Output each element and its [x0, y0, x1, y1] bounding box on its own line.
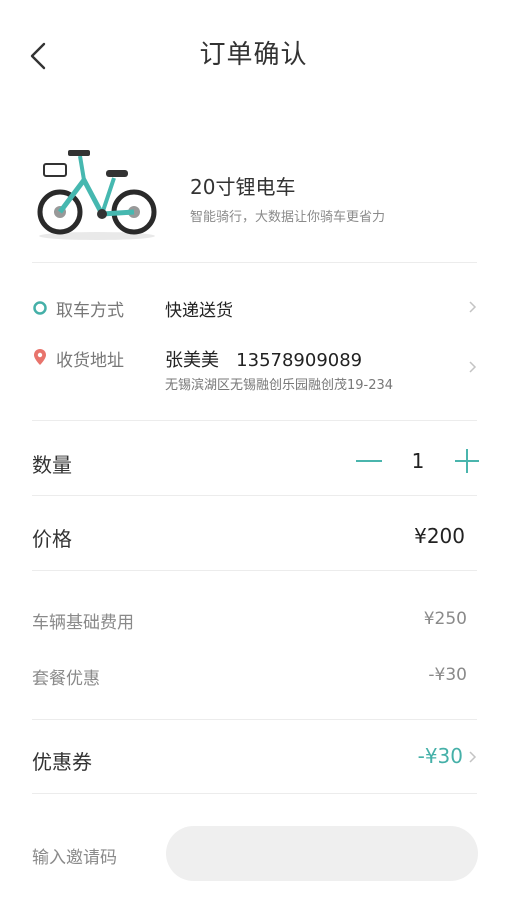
invite-code-label: 输入邀请码 [32, 848, 117, 868]
coupon-label: 优惠券 [32, 750, 92, 774]
recipient-name-phone: 张美美 13578909089 [165, 350, 363, 371]
chevron-right-icon [469, 751, 477, 763]
coupon-row[interactable]: 优惠券 -¥30 [32, 738, 477, 778]
chevron-right-icon [469, 301, 477, 313]
price-label: 价格 [32, 527, 72, 551]
minus-icon [356, 460, 382, 462]
plus-icon-vertical [466, 449, 468, 473]
coupon-value: -¥30 [417, 744, 463, 768]
quantity-value: 1 [411, 449, 425, 473]
page-title: 订单确认 [199, 40, 308, 70]
product-name: 20寸锂电车 [190, 175, 296, 199]
quantity-label: 数量 [32, 453, 72, 477]
package-discount-label: 套餐优惠 [32, 669, 100, 689]
product-description: 智能骑行，大数据让你骑车更省力 [190, 210, 386, 225]
package-discount-value: -¥30 [428, 665, 467, 685]
bike-image [32, 140, 162, 244]
pickup-method-row[interactable]: 取车方式 快递送货 [32, 296, 477, 322]
pickup-method-value: 快递送货 [165, 301, 233, 321]
circle-icon [33, 301, 47, 315]
shipping-address-label: 收货地址 [56, 351, 124, 371]
chevron-right-icon [469, 361, 477, 373]
divider [32, 420, 477, 421]
pickup-method-label: 取车方式 [56, 301, 124, 321]
divider [32, 793, 477, 794]
price-value: ¥200 [414, 524, 465, 548]
invite-code-input[interactable] [166, 826, 478, 881]
location-pin-icon [34, 349, 46, 365]
divider [32, 495, 477, 496]
divider [32, 262, 477, 263]
address-detail: 无锡滨湖区无锡融创乐园融创茂19-234 [165, 378, 394, 393]
shipping-address-row[interactable]: 收货地址 张美美 13578909089 无锡滨湖区无锡融创乐园融创茂19-23… [32, 346, 477, 394]
base-fee-label: 车辆基础费用 [32, 613, 134, 633]
base-fee-value: ¥250 [423, 609, 467, 629]
divider [32, 570, 477, 571]
divider [32, 719, 477, 720]
